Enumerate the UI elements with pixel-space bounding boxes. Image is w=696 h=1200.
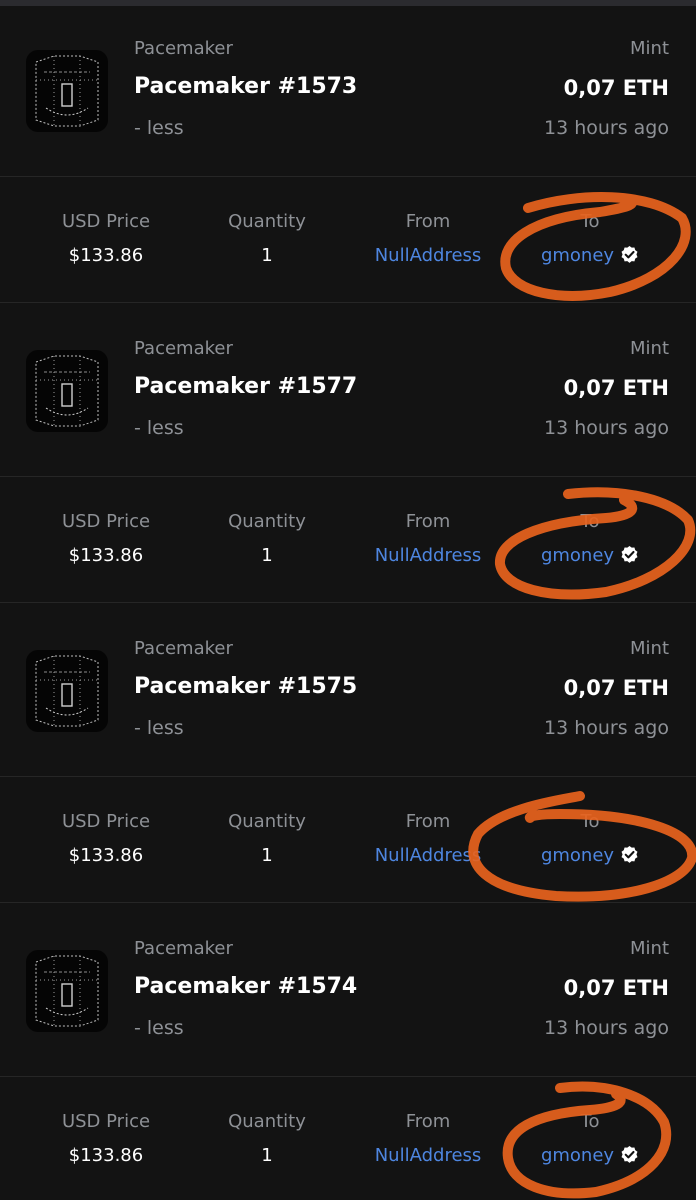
- quantity-label: Quantity: [228, 511, 306, 532]
- usd-price-value: $133.86: [68, 845, 144, 866]
- to-column: To gmoney: [510, 811, 670, 868]
- quantity-column: Quantity 1: [187, 1111, 347, 1168]
- price-eth: 0,07 ETH: [563, 76, 669, 100]
- collection-name[interactable]: Pacemaker: [134, 638, 233, 659]
- transaction-card: Pacemaker Pacemaker #1577 - less Mint 0,…: [0, 300, 696, 603]
- verified-badge-icon: [621, 845, 638, 863]
- from-column: From NullAddress: [348, 511, 508, 568]
- quantity-value: 1: [261, 245, 273, 266]
- transaction-header: Pacemaker Pacemaker #1575 - less Mint 0,…: [0, 600, 696, 776]
- usd-price-label: USD Price: [61, 211, 151, 232]
- item-name[interactable]: Pacemaker #1574: [134, 974, 357, 999]
- to-value: gmoney: [510, 244, 670, 268]
- from-label: From: [405, 811, 451, 832]
- quantity-label: Quantity: [228, 811, 306, 832]
- transaction-card: Pacemaker Pacemaker #1573 - less Mint 0,…: [0, 0, 696, 303]
- quantity-label: Quantity: [228, 1111, 306, 1132]
- from-label: From: [405, 1111, 451, 1132]
- collection-name[interactable]: Pacemaker: [134, 338, 233, 359]
- usd-price-label: USD Price: [61, 1111, 151, 1132]
- to-address-link[interactable]: gmoney: [541, 545, 614, 566]
- to-label: To: [580, 511, 600, 532]
- usd-price-label: USD Price: [61, 811, 151, 832]
- event-type: Mint: [630, 338, 669, 359]
- quantity-value: 1: [261, 545, 273, 566]
- transaction-details: USD Price $133.86 Quantity 1 From NullAd…: [0, 477, 696, 599]
- from-column: From NullAddress: [348, 811, 508, 868]
- transaction-header: Pacemaker Pacemaker #1577 - less Mint 0,…: [0, 300, 696, 476]
- nft-thumbnail[interactable]: [26, 950, 108, 1032]
- to-address-link[interactable]: gmoney: [541, 1145, 614, 1166]
- nft-thumbnail[interactable]: [26, 50, 108, 132]
- less-toggle[interactable]: - less: [134, 117, 184, 139]
- transaction-card: Pacemaker Pacemaker #1575 - less Mint 0,…: [0, 600, 696, 903]
- to-column: To gmoney: [510, 1111, 670, 1168]
- timestamp[interactable]: 13 hours ago: [544, 717, 669, 739]
- event-type: Mint: [630, 638, 669, 659]
- quantity-value: 1: [261, 1145, 273, 1166]
- usd-price-label: USD Price: [61, 511, 151, 532]
- from-label: From: [405, 211, 451, 232]
- from-label: From: [405, 511, 451, 532]
- from-address-link[interactable]: NullAddress: [348, 244, 508, 268]
- from-column: From NullAddress: [348, 211, 508, 268]
- event-type: Mint: [630, 938, 669, 959]
- to-column: To gmoney: [510, 211, 670, 268]
- transaction-header: Pacemaker Pacemaker #1573 - less Mint 0,…: [0, 0, 696, 176]
- from-column: From NullAddress: [348, 1111, 508, 1168]
- timestamp[interactable]: 13 hours ago: [544, 1017, 669, 1039]
- collection-name[interactable]: Pacemaker: [134, 938, 233, 959]
- price-eth: 0,07 ETH: [563, 376, 669, 400]
- verified-badge-icon: [621, 1145, 638, 1163]
- verified-badge-icon: [621, 545, 638, 563]
- to-label: To: [580, 1111, 600, 1132]
- usd-price-column: USD Price $133.86: [26, 811, 186, 868]
- event-type: Mint: [630, 38, 669, 59]
- to-value: gmoney: [510, 1144, 670, 1168]
- from-address-link[interactable]: NullAddress: [348, 844, 508, 868]
- quantity-column: Quantity 1: [187, 811, 347, 868]
- to-address-link[interactable]: gmoney: [541, 245, 614, 266]
- timestamp[interactable]: 13 hours ago: [544, 117, 669, 139]
- transaction-header: Pacemaker Pacemaker #1574 - less Mint 0,…: [0, 900, 696, 1076]
- price-eth: 0,07 ETH: [563, 676, 669, 700]
- usd-price-value: $133.86: [68, 1145, 144, 1166]
- quantity-column: Quantity 1: [187, 211, 347, 268]
- to-label: To: [580, 811, 600, 832]
- to-label: To: [580, 211, 600, 232]
- item-name[interactable]: Pacemaker #1577: [134, 374, 357, 399]
- transaction-details: USD Price $133.86 Quantity 1 From NullAd…: [0, 177, 696, 299]
- quantity-value: 1: [261, 845, 273, 866]
- from-address-link[interactable]: NullAddress: [348, 544, 508, 568]
- item-name[interactable]: Pacemaker #1573: [134, 74, 357, 99]
- quantity-label: Quantity: [228, 211, 306, 232]
- item-name[interactable]: Pacemaker #1575: [134, 674, 357, 699]
- transaction-details: USD Price $133.86 Quantity 1 From NullAd…: [0, 1077, 696, 1199]
- less-toggle[interactable]: - less: [134, 1017, 184, 1039]
- nft-thumbnail[interactable]: [26, 350, 108, 432]
- verified-badge-icon: [621, 245, 638, 263]
- to-address-link[interactable]: gmoney: [541, 845, 614, 866]
- usd-price-value: $133.86: [68, 545, 144, 566]
- to-value: gmoney: [510, 844, 670, 868]
- timestamp[interactable]: 13 hours ago: [544, 417, 669, 439]
- usd-price-column: USD Price $133.86: [26, 211, 186, 268]
- transaction-details: USD Price $133.86 Quantity 1 From NullAd…: [0, 777, 696, 899]
- transaction-card: Pacemaker Pacemaker #1574 - less Mint 0,…: [0, 900, 696, 1200]
- quantity-column: Quantity 1: [187, 511, 347, 568]
- from-address-link[interactable]: NullAddress: [348, 1144, 508, 1168]
- nft-thumbnail[interactable]: [26, 650, 108, 732]
- less-toggle[interactable]: - less: [134, 417, 184, 439]
- price-eth: 0,07 ETH: [563, 976, 669, 1000]
- to-value: gmoney: [510, 544, 670, 568]
- to-column: To gmoney: [510, 511, 670, 568]
- usd-price-column: USD Price $133.86: [26, 1111, 186, 1168]
- usd-price-value: $133.86: [68, 245, 144, 266]
- usd-price-column: USD Price $133.86: [26, 511, 186, 568]
- collection-name[interactable]: Pacemaker: [134, 38, 233, 59]
- less-toggle[interactable]: - less: [134, 717, 184, 739]
